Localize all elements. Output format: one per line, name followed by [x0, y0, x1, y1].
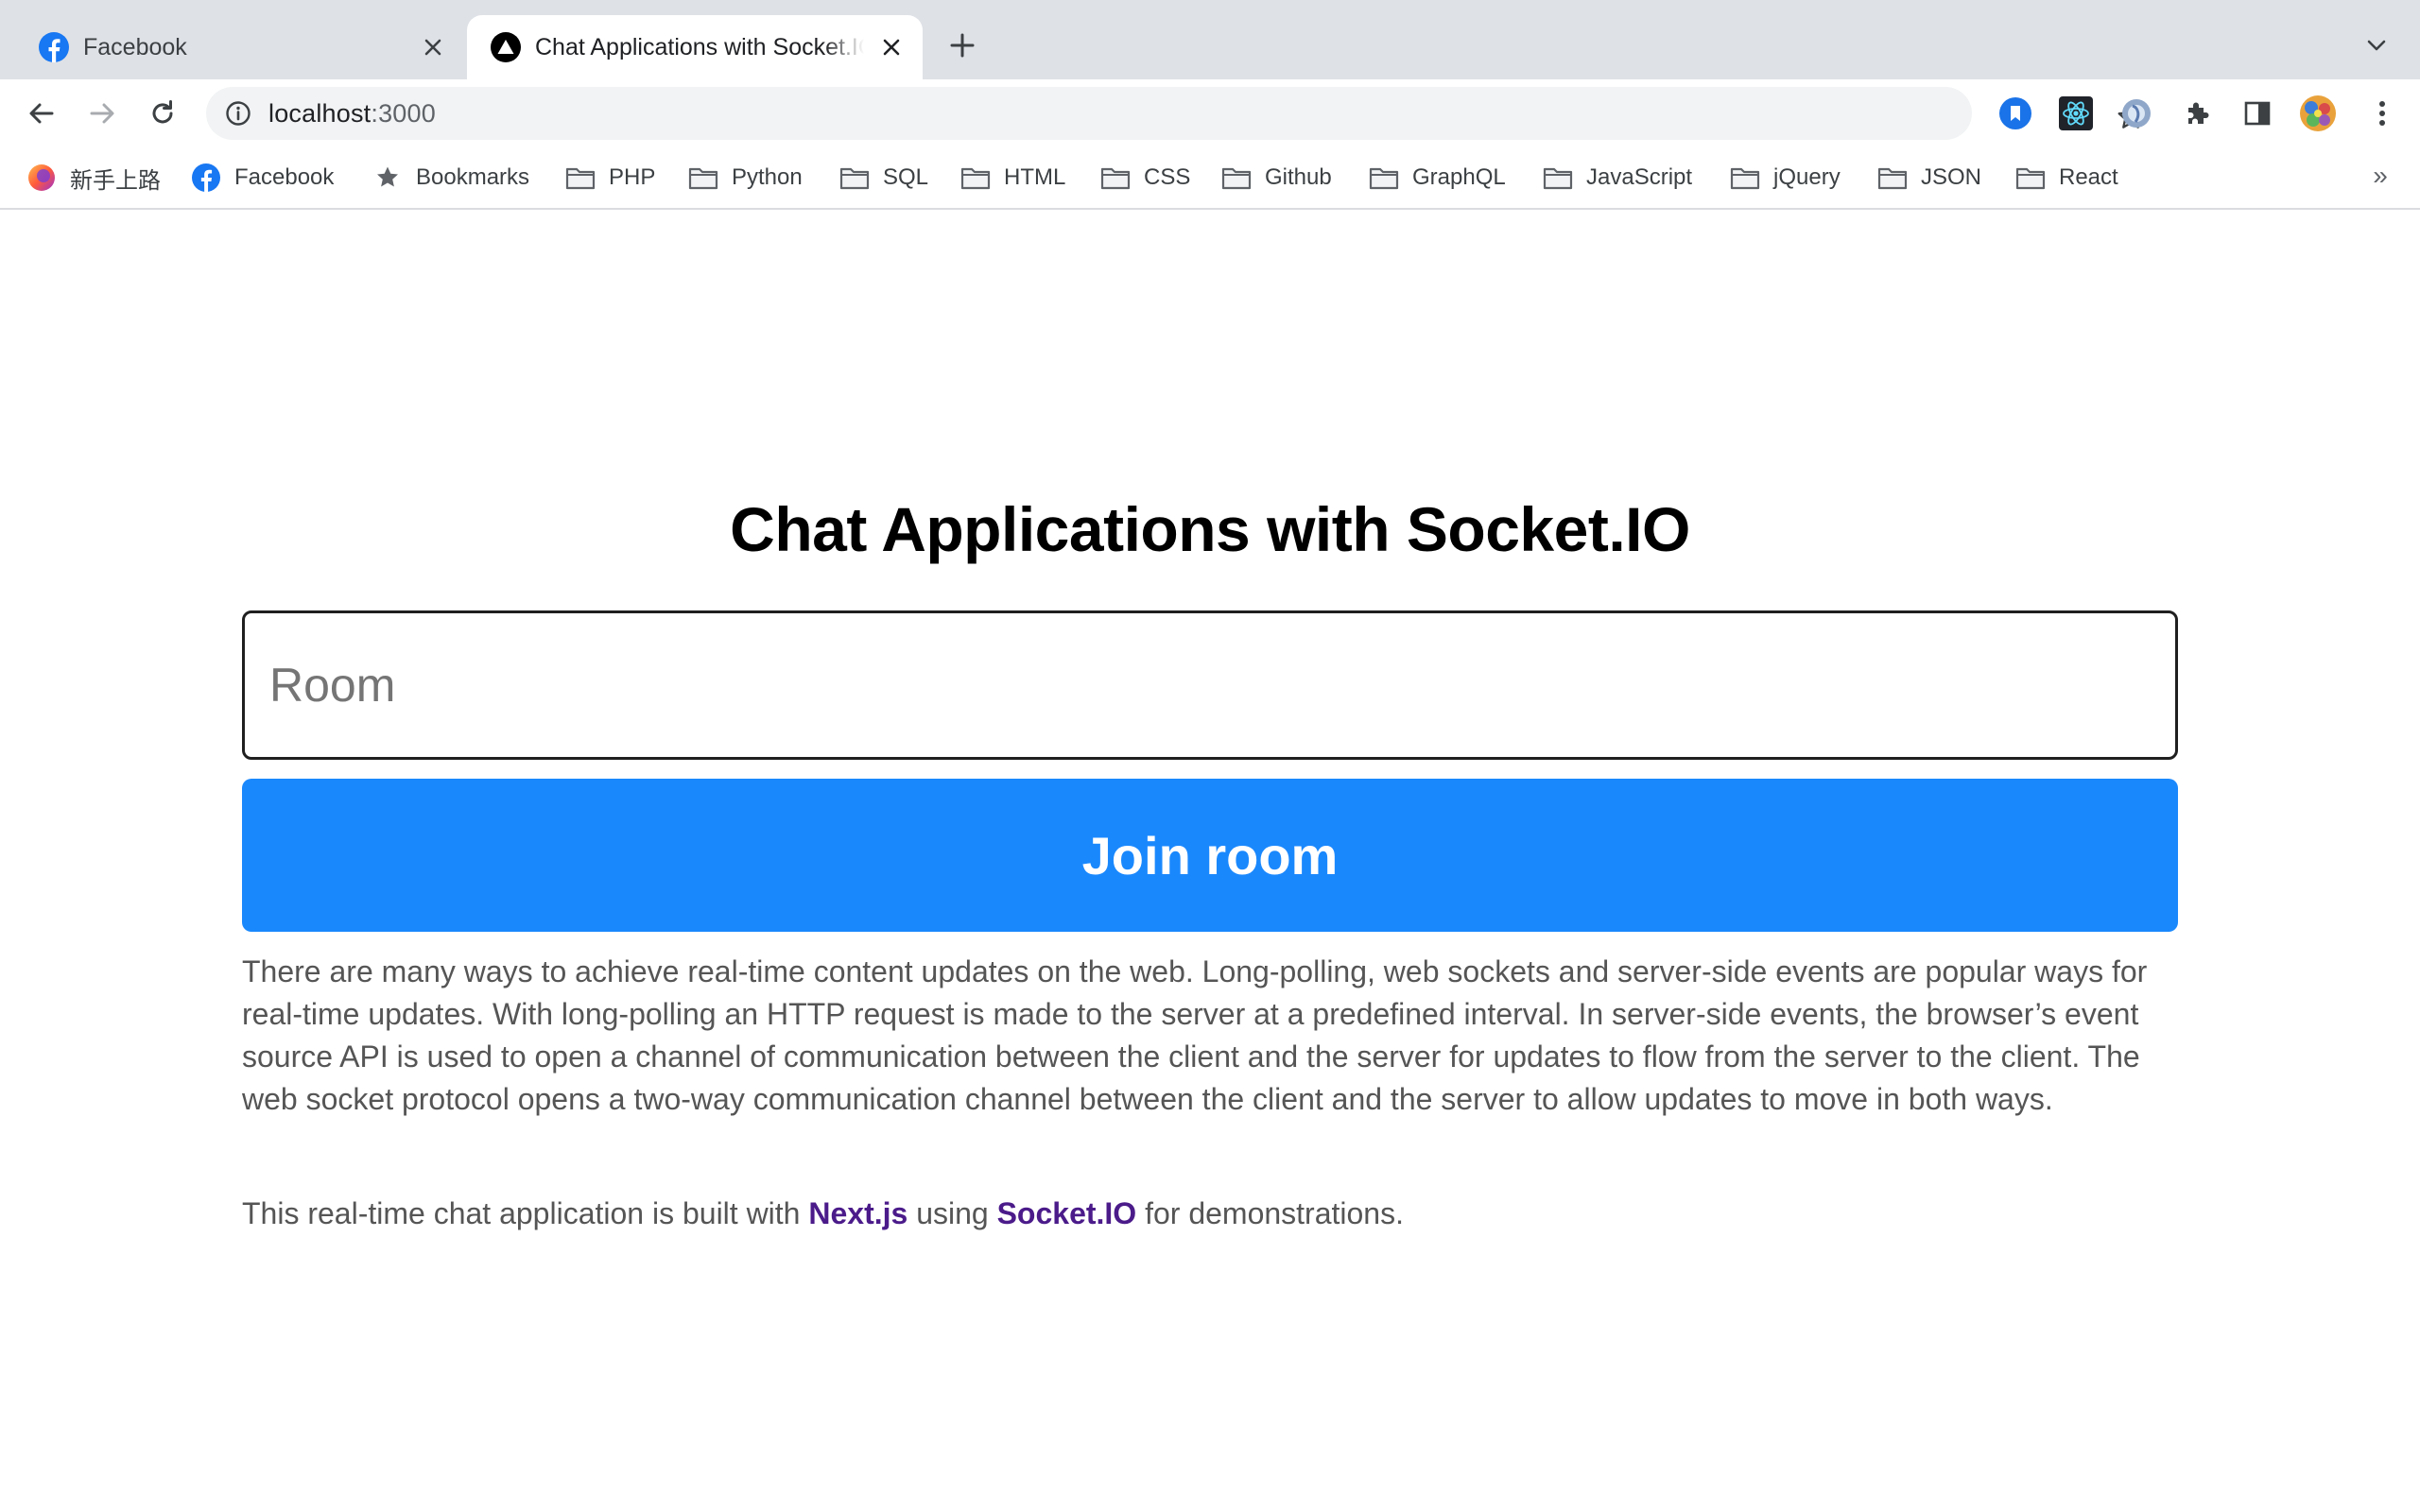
kebab-menu-icon[interactable]	[2363, 94, 2401, 132]
bookmark-label: CSS	[1144, 164, 1191, 190]
tab-facebook[interactable]: Facebook	[15, 15, 464, 79]
bookmark-label: GraphQL	[1412, 164, 1506, 190]
folder-icon	[1543, 163, 1573, 193]
folder-icon	[1221, 163, 1252, 193]
bookmark-folder-react[interactable]: React	[2015, 161, 2118, 195]
folder-icon	[1877, 163, 1908, 193]
url-port: :3000	[371, 98, 436, 128]
bookmark-label: JavaScript	[1586, 164, 1693, 190]
address-bar[interactable]: localhost:3000	[206, 87, 2144, 140]
nextjs-link[interactable]: Next.js	[808, 1196, 908, 1230]
join-room-button[interactable]: Join room	[242, 779, 2178, 932]
facebook-icon	[191, 163, 221, 193]
bookmark-label: PHP	[609, 164, 656, 190]
folder-icon	[688, 163, 718, 193]
bookmark-folder-html[interactable]: HTML	[960, 161, 1065, 195]
bookmark-item-getting-started[interactable]: 新手上路	[26, 161, 161, 195]
bookmark-folder-sql[interactable]: SQL	[839, 161, 928, 195]
bookmark-label: HTML	[1004, 164, 1066, 190]
intro-paragraph: There are many ways to achieve real-time…	[242, 954, 2148, 1116]
bookmark-folder-php[interactable]: PHP	[565, 161, 655, 195]
extension-ring-icon[interactable]	[2118, 94, 2155, 132]
bookmark-item-facebook[interactable]: Facebook	[191, 161, 334, 195]
bookmark-folder-github[interactable]: Github	[1221, 161, 1332, 195]
tab-strip: Facebook Chat Applications with Socket.I…	[0, 0, 2420, 79]
footer-text: for demonstrations.	[1136, 1196, 1404, 1230]
nextjs-triangle-icon	[490, 31, 522, 63]
side-panel-icon[interactable]	[2238, 94, 2276, 132]
close-tab-icon[interactable]	[417, 31, 449, 63]
firefox-icon	[26, 163, 57, 193]
room-input[interactable]	[242, 610, 2178, 760]
footer-text: using	[908, 1196, 997, 1230]
facebook-icon	[38, 31, 70, 63]
bookmark-label: 新手上路	[70, 167, 161, 194]
tab-title: Facebook	[83, 33, 187, 60]
bookmark-folder-javascript[interactable]: JavaScript	[1543, 161, 1692, 195]
bookmark-label: Facebook	[234, 164, 335, 190]
site-info-icon[interactable]	[223, 98, 253, 129]
folder-icon	[960, 163, 991, 193]
bookmark-label: Python	[732, 164, 803, 190]
folder-icon	[2015, 163, 2046, 193]
folder-icon	[839, 163, 870, 193]
folder-icon	[1369, 163, 1399, 193]
bookmark-item-bookmarks[interactable]: Bookmarks	[372, 161, 529, 195]
bookmark-folder-css[interactable]: CSS	[1100, 161, 1190, 195]
bookmark-label: Github	[1265, 164, 1332, 190]
bookmark-label: JSON	[1921, 164, 1982, 190]
page-title: Chat Applications with Socket.IO	[730, 494, 1690, 564]
close-tab-icon[interactable]	[875, 31, 908, 63]
chevron-down-icon[interactable]	[2360, 28, 2394, 62]
forward-arrow-icon[interactable]	[83, 94, 121, 132]
star-icon	[372, 163, 403, 193]
back-arrow-icon[interactable]	[23, 94, 60, 132]
socketio-link[interactable]: Socket.IO	[997, 1196, 1137, 1230]
url-host: localhost	[268, 98, 372, 128]
tab-chat-applications[interactable]: Chat Applications with Socket.IO	[467, 15, 923, 79]
bookmark-folder-python[interactable]: Python	[688, 161, 803, 195]
bookmark-label: Bookmarks	[416, 164, 530, 190]
tab-title: Chat Applications with Socket.IO	[535, 33, 864, 60]
folder-icon	[565, 163, 596, 193]
bookmarks-bar: 新手上路 Facebook Bookmarks PHP Python SQL H…	[0, 147, 2420, 210]
react-devtools-icon[interactable]	[2057, 94, 2095, 132]
bookmarks-overflow-button[interactable]: »	[2363, 159, 2397, 193]
reload-icon[interactable]	[144, 94, 182, 132]
bookmark-folder-jquery[interactable]: jQuery	[1730, 161, 1841, 195]
page-content: Chat Applications with Socket.IO Join ro…	[0, 210, 2420, 1512]
folder-icon	[1100, 163, 1131, 193]
extension-bookmark-icon[interactable]	[1996, 94, 2034, 132]
new-tab-plus-icon[interactable]	[943, 26, 981, 64]
footer-text: This real-time chat application is built…	[242, 1196, 809, 1230]
folder-icon	[1730, 163, 1760, 193]
bookmark-label: jQuery	[1773, 164, 1841, 190]
bookmark-folder-json[interactable]: JSON	[1877, 161, 1981, 195]
bookmark-label: React	[2059, 164, 2118, 190]
bookmark-label: SQL	[883, 164, 929, 190]
bookmark-folder-graphql[interactable]: GraphQL	[1369, 161, 1506, 195]
footer-paragraph: This real-time chat application is built…	[242, 1193, 2178, 1235]
puzzle-extensions-icon[interactable]	[2178, 94, 2216, 132]
url-text[interactable]: localhost:3000	[268, 99, 436, 129]
profile-avatar-icon[interactable]	[2299, 94, 2337, 132]
